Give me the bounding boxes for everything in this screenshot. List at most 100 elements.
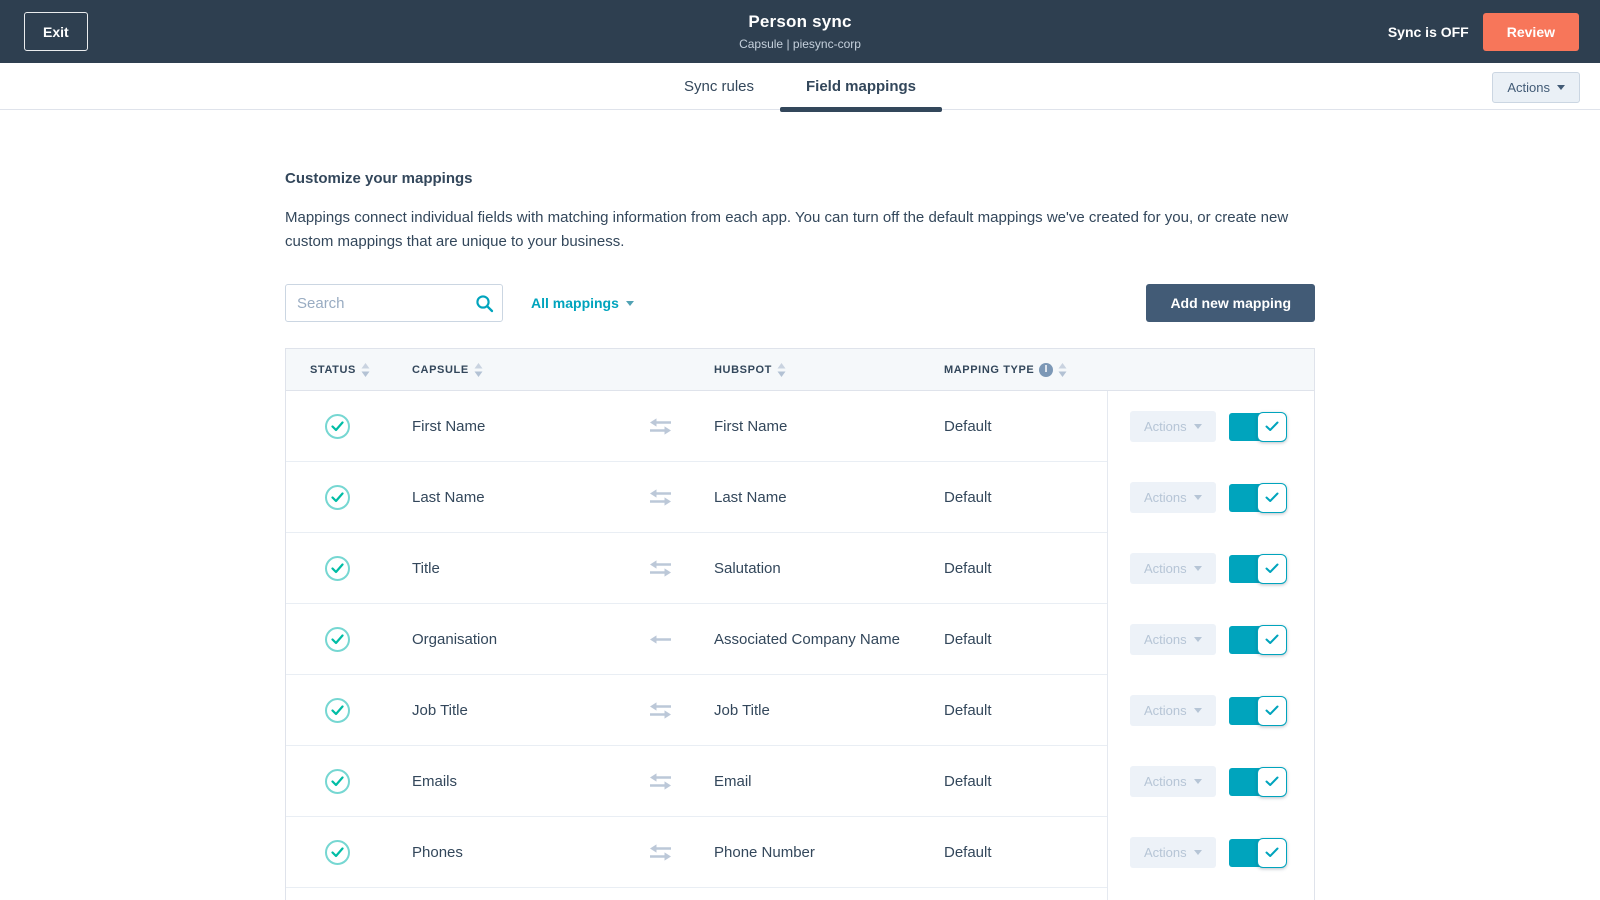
search-button[interactable] <box>466 285 502 321</box>
search-icon <box>475 294 494 313</box>
table-header-row: STATUS CAPSULE HUBSPOT <box>286 349 1314 391</box>
mapping-type-value: Default <box>944 773 1107 790</box>
row-actions-dropdown-button[interactable]: Actions <box>1130 766 1216 797</box>
row-actions-dropdown-button[interactable]: Actions <box>1130 837 1216 868</box>
sort-icon[interactable] <box>1058 363 1067 377</box>
page-title: Person sync <box>739 12 861 32</box>
actions-dropdown-button[interactable]: Actions <box>1492 72 1580 103</box>
table-row: Organisation Associated Company Name Def… <box>286 604 1314 675</box>
sync-status-check-icon <box>325 627 350 652</box>
sort-icon[interactable] <box>361 363 370 377</box>
toggle-knob <box>1257 483 1287 513</box>
toggle-knob <box>1257 767 1287 797</box>
check-icon <box>1265 421 1279 432</box>
row-actions-dropdown-button[interactable]: Actions <box>1130 482 1216 513</box>
sync-status-text: Sync is OFF <box>1388 24 1469 40</box>
hubspot-field-name: Phone Number <box>714 844 944 861</box>
check-icon <box>1265 847 1279 858</box>
mapping-enabled-toggle[interactable] <box>1229 768 1286 796</box>
mapping-type-value: Default <box>944 560 1107 577</box>
capsule-field-name: Title <box>412 560 648 577</box>
chevron-down-icon <box>1194 495 1202 500</box>
mapping-type-value: Default <box>944 702 1107 719</box>
table-row: Last Name Last Name Default Actions <box>286 462 1314 533</box>
chevron-down-icon <box>1194 424 1202 429</box>
toggle-knob <box>1257 554 1287 584</box>
info-icon[interactable]: i <box>1039 363 1053 377</box>
mapping-enabled-toggle[interactable] <box>1229 413 1286 441</box>
sync-status-check-icon <box>325 698 350 723</box>
hubspot-field-name: Job Title <box>714 702 944 719</box>
sync-status-check-icon <box>325 556 350 581</box>
section-heading: Customize your mappings <box>285 170 1315 187</box>
two-way-sync-arrow-icon <box>648 418 673 435</box>
mapping-filter-label: All mappings <box>531 295 619 311</box>
two-way-sync-arrow-icon <box>648 560 673 577</box>
column-header-mapping-type[interactable]: MAPPING TYPE i <box>944 363 1107 377</box>
chevron-down-icon <box>1194 779 1202 784</box>
capsule-field-name: Emails <box>412 773 648 790</box>
mapping-enabled-toggle[interactable] <box>1229 839 1286 867</box>
actions-dropdown-label: Actions <box>1507 80 1550 95</box>
row-actions-dropdown-button[interactable]: Actions <box>1130 695 1216 726</box>
table-controls: All mappings Add new mapping <box>285 284 1315 322</box>
table-row: Job Title Job Title Default Actions <box>286 675 1314 746</box>
check-icon <box>1265 776 1279 787</box>
two-way-sync-arrow-icon <box>648 844 673 861</box>
mapping-table: STATUS CAPSULE HUBSPOT <box>285 348 1315 900</box>
capsule-field-name: Phones <box>412 844 648 861</box>
sort-icon[interactable] <box>777 363 786 377</box>
hubspot-field-name: First Name <box>714 418 944 435</box>
row-actions-dropdown-button[interactable]: Actions <box>1130 553 1216 584</box>
toggle-knob <box>1257 412 1287 442</box>
capsule-field-name: Last Name <box>412 489 648 506</box>
review-button[interactable]: Review <box>1483 13 1579 51</box>
one-way-left-arrow-icon <box>648 631 673 648</box>
sync-status-check-icon <box>325 485 350 510</box>
toggle-knob <box>1257 625 1287 655</box>
sync-status-check-icon <box>325 840 350 865</box>
check-icon <box>1265 492 1279 503</box>
mapping-enabled-toggle[interactable] <box>1229 555 1286 583</box>
column-header-capsule[interactable]: CAPSULE <box>412 363 648 377</box>
mapping-type-value: Default <box>944 418 1107 435</box>
capsule-field-name: Organisation <box>412 631 648 648</box>
mapping-enabled-toggle[interactable] <box>1229 484 1286 512</box>
hubspot-field-name: Email <box>714 773 944 790</box>
search-input[interactable] <box>286 295 466 312</box>
check-icon <box>1265 705 1279 716</box>
mapping-type-value: Default <box>944 489 1107 506</box>
row-actions-dropdown-button[interactable]: Actions <box>1130 411 1216 442</box>
row-actions-dropdown-button[interactable]: Actions <box>1130 624 1216 655</box>
table-row: First Name First Name Default Actions <box>286 391 1314 462</box>
capsule-field-name: First Name <box>412 418 648 435</box>
toggle-knob <box>1257 696 1287 726</box>
two-way-sync-arrow-icon <box>648 773 673 790</box>
table-row: Phones Phone Number Default Actions <box>286 817 1314 888</box>
mapping-enabled-toggle[interactable] <box>1229 626 1286 654</box>
chevron-down-icon <box>1194 850 1202 855</box>
sync-status-check-icon <box>325 769 350 794</box>
partial-row <box>286 888 1314 900</box>
page-subtitle: Capsule | piesync-corp <box>739 37 861 51</box>
toggle-knob <box>1257 838 1287 868</box>
mapping-enabled-toggle[interactable] <box>1229 697 1286 725</box>
table-row: Title Salutation Default Actions <box>286 533 1314 604</box>
add-new-mapping-button[interactable]: Add new mapping <box>1146 284 1315 322</box>
tab-bar: Sync rules Field mappings Actions <box>0 63 1600 110</box>
section-description: Mappings connect individual fields with … <box>285 206 1295 254</box>
exit-button[interactable]: Exit <box>24 12 88 51</box>
search-box <box>285 284 503 322</box>
check-icon <box>1265 563 1279 574</box>
hubspot-field-name: Salutation <box>714 560 944 577</box>
capsule-field-name: Job Title <box>412 702 648 719</box>
sync-status-check-icon <box>325 414 350 439</box>
column-header-hubspot[interactable]: HUBSPOT <box>714 363 944 377</box>
field-mappings-panel: Customize your mappings Mappings connect… <box>285 170 1315 900</box>
mapping-filter-dropdown[interactable]: All mappings <box>531 295 634 311</box>
column-header-status[interactable]: STATUS <box>286 363 412 377</box>
tab-field-mappings[interactable]: Field mappings <box>806 63 916 110</box>
hubspot-field-name: Associated Company Name <box>714 631 944 648</box>
sort-icon[interactable] <box>474 363 483 377</box>
tab-sync-rules[interactable]: Sync rules <box>684 63 754 110</box>
